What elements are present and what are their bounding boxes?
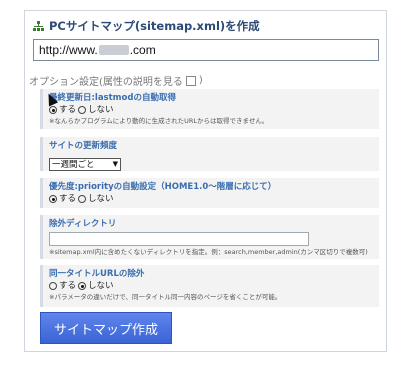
dup-title-note: ※パラメータの違いだけで、同一タイトル同一内容のページを省くことが可能。: [49, 293, 282, 301]
exclude-dir-label: 除外ディレクトリ: [49, 219, 117, 229]
options-link-text: オプション設定(属性の説明を見る: [29, 77, 183, 88]
external-window-icon: [185, 75, 196, 86]
lastmod-off-radio[interactable]: [78, 106, 87, 114]
changefreq-option: サイトの更新頻度 一週間ごと ▼: [40, 137, 379, 171]
dup-title-off-label: しない: [88, 281, 114, 291]
dup-title-label: 同一タイトルURLの除外: [49, 269, 145, 279]
priority-off-label: しない: [88, 194, 114, 204]
create-sitemap-button[interactable]: サイトマップ作成: [40, 312, 172, 344]
dup-title-option: 同一タイトルURLの除外 する しない ※パラメータの違いだけで、同一タイトル同…: [40, 265, 379, 307]
sitemap-form-panel: PCサイトマップ(sitemap.xml)を作成 http://www. .com…: [24, 10, 387, 352]
url-suffix: .com: [129, 43, 156, 57]
exclude-dir-input[interactable]: [49, 232, 309, 246]
lastmod-radios: する しない: [49, 104, 373, 116]
dup-title-on-radio[interactable]: [49, 282, 57, 290]
dup-title-on-label: する: [59, 281, 77, 291]
url-prefix: http://www.: [39, 43, 98, 57]
priority-radios: する しない: [49, 193, 373, 205]
blurred-domain: [98, 45, 129, 55]
lastmod-on-label: する: [59, 105, 77, 115]
changefreq-label: サイトの更新頻度: [49, 141, 118, 151]
exclude-dir-option: 除外ディレクトリ ※sitemap.xml内に含めたくないディレクトリを指定。例…: [40, 215, 379, 259]
exclude-dir-note: ※sitemap.xml内に含めたくないディレクトリを指定。例：search,m…: [49, 248, 368, 256]
lastmod-off-label: しない: [88, 105, 114, 115]
dup-title-radios: する しない: [49, 280, 373, 292]
changefreq-select[interactable]: 一週間ごと ▼: [49, 157, 121, 171]
chevron-down-icon: ▼: [112, 160, 118, 168]
options-toggle-link[interactable]: オプション設定(属性の説明を見る): [29, 73, 203, 88]
priority-off-radio[interactable]: [78, 195, 87, 203]
form-title: PCサイトマップ(sitemap.xml)を作成: [33, 13, 379, 39]
url-input[interactable]: http://www. .com: [33, 39, 379, 61]
priority-option: 優先度:priorityの自動設定（HOME1.0～階層に応じて） する しない: [40, 178, 379, 208]
lastmod-label: 最終更新日:lastmodの自動取得: [49, 93, 176, 103]
priority-on-radio[interactable]: [49, 195, 57, 203]
priority-on-label: する: [59, 194, 77, 204]
dup-title-off-radio[interactable]: [78, 282, 87, 290]
lastmod-note: ※なんらかプログラムにより動的に生成されたURLからは取得できません。: [49, 117, 269, 125]
sitemap-tree-icon: [33, 20, 44, 32]
changefreq-selected: 一週間ごと: [52, 160, 95, 170]
priority-label: 優先度:priorityの自動設定（HOME1.0～階層に応じて）: [49, 182, 277, 192]
lastmod-option: 最終更新日:lastmodの自動取得 する しない ※なんらかプログラムにより動…: [40, 89, 379, 129]
form-title-text: PCサイトマップ(sitemap.xml)を作成: [49, 19, 260, 33]
lastmod-on-radio[interactable]: [49, 106, 57, 114]
